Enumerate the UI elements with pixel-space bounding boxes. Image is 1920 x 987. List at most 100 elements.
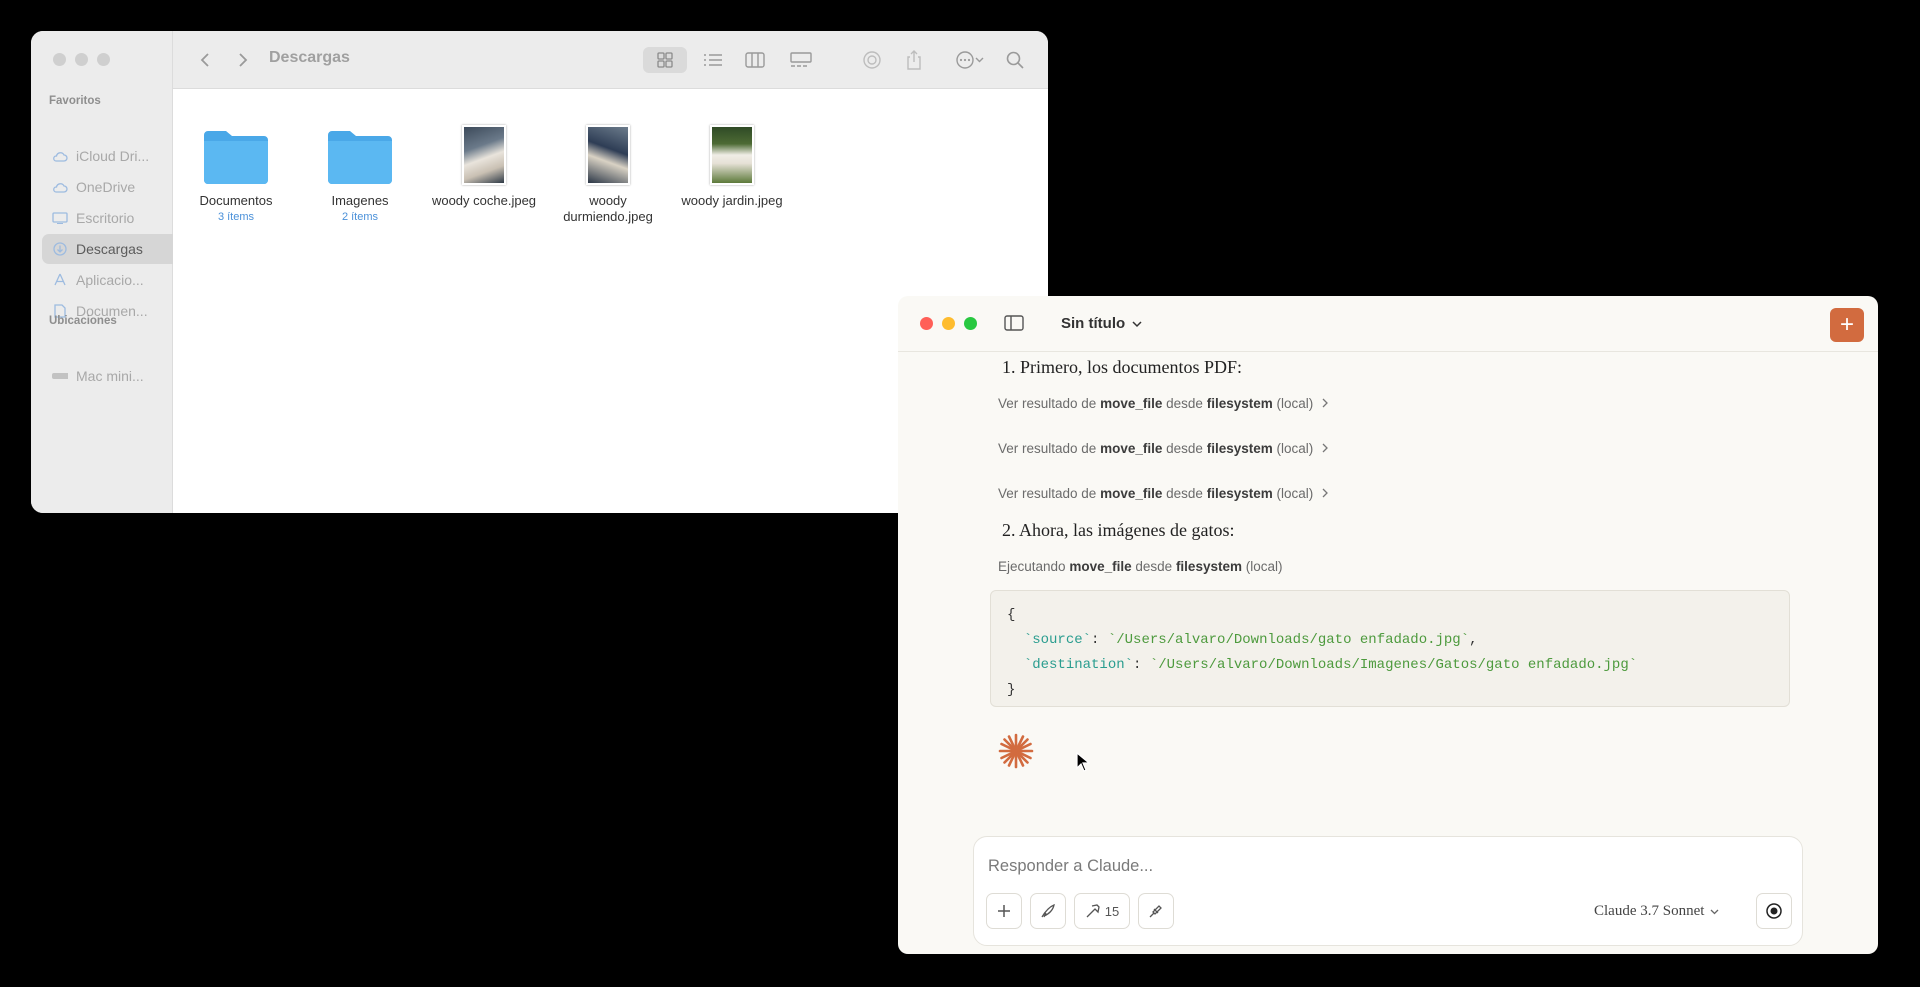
back-button[interactable] xyxy=(195,47,215,73)
share-button[interactable] xyxy=(901,47,927,73)
file-item-woody-coche[interactable]: woody coche.jpeg xyxy=(429,117,539,209)
search-icon xyxy=(1006,51,1024,69)
cloud-icon xyxy=(52,149,68,163)
gallery-icon xyxy=(790,52,812,67)
close-button[interactable] xyxy=(53,53,66,66)
claude-window: Sin título + 1. Primero, los documentos … xyxy=(898,296,1878,954)
file-name: woody jardin.jpeg xyxy=(681,193,783,208)
chevron-right-icon xyxy=(1322,398,1328,408)
finder-sidebar: Favoritos iCloud Dri... OneDrive Escrito… xyxy=(31,31,194,513)
finder-window: Favoritos iCloud Dri... OneDrive Escrito… xyxy=(31,31,1048,513)
icon-view-button[interactable] xyxy=(643,47,687,73)
column-view-button[interactable] xyxy=(739,47,771,73)
sidebar-icon xyxy=(1004,315,1024,331)
finder-toolbar: Descargas xyxy=(173,31,1048,89)
file-name: woody coche.jpeg xyxy=(431,193,537,208)
tool-result-link[interactable]: Ver resultado de move_file desde filesys… xyxy=(998,396,1329,411)
sidebar-toggle-button[interactable] xyxy=(1004,314,1024,337)
sidebar-item-label: OneDrive xyxy=(76,179,136,195)
tool-input-code-block: { `source`: `/Users/alvaro/Downloads/gat… xyxy=(990,590,1790,707)
record-icon xyxy=(1766,903,1782,919)
file-item-documentos[interactable]: Documentos 3 ítems xyxy=(181,117,291,223)
sidebar-item-label: Descargas xyxy=(76,241,143,257)
tools-count: 15 xyxy=(1104,903,1120,919)
chevron-right-icon xyxy=(1322,443,1328,453)
forward-button[interactable] xyxy=(233,47,253,73)
plus-icon xyxy=(998,905,1010,917)
list-icon xyxy=(704,54,722,66)
columns-icon xyxy=(745,52,765,68)
claude-spark-icon xyxy=(998,733,1034,774)
gallery-view-button[interactable] xyxy=(785,47,817,73)
sidebar-section-locations: Ubicaciones xyxy=(49,315,117,327)
record-button[interactable] xyxy=(1756,893,1792,929)
tool-result-link[interactable]: Ver resultado de move_file desde filesys… xyxy=(998,441,1329,456)
minimize-button[interactable] xyxy=(75,53,88,66)
list-view-button[interactable] xyxy=(697,47,729,73)
search-button[interactable] xyxy=(1003,47,1027,73)
file-name: woody durmiendo.jpeg xyxy=(563,193,653,224)
mouse-pointer-icon xyxy=(1076,751,1091,777)
zoom-button[interactable] xyxy=(97,53,110,66)
more-actions-button[interactable] xyxy=(949,47,989,73)
sidebar-item-label: iCloud Dri... xyxy=(76,148,150,164)
step-heading: 1. Primero, los documentos PDF: xyxy=(1002,357,1243,377)
chevron-right-icon xyxy=(1322,488,1328,498)
chevron-right-icon xyxy=(239,53,248,67)
sidebar-item-label: Aplicacio... xyxy=(76,272,144,288)
window-controls xyxy=(53,53,110,66)
chevron-down-icon xyxy=(1132,321,1142,328)
airdrop-button[interactable] xyxy=(859,47,885,73)
image-thumbnail xyxy=(586,125,630,185)
plus-icon: + xyxy=(1839,311,1854,338)
close-button[interactable] xyxy=(920,317,933,330)
tool-result-link[interactable]: Ver resultado de move_file desde filesys… xyxy=(998,486,1329,501)
file-item-woody-durmiendo[interactable]: woody durmiendo.jpeg xyxy=(553,117,663,225)
sidebar-item-icloud[interactable]: iCloud Dri... xyxy=(42,141,194,171)
share-icon xyxy=(907,50,921,70)
sidebar-item-descargas[interactable]: Descargas xyxy=(42,234,194,264)
drive-icon xyxy=(52,369,68,383)
grid-icon xyxy=(657,52,673,68)
file-item-woody-jardin[interactable]: woody jardin.jpeg xyxy=(677,117,787,209)
apps-icon xyxy=(52,273,68,287)
new-chat-button[interactable]: + xyxy=(1830,308,1864,342)
title-bar: Sin título + xyxy=(898,296,1878,352)
sidebar-item-onedrive[interactable]: OneDrive xyxy=(42,172,194,202)
sidebar-item-label: Escritorio xyxy=(76,210,135,226)
download-icon xyxy=(52,242,68,256)
step-heading: 2. Ahora, las imágenes de gatos: xyxy=(1002,520,1235,540)
item-count: 3 ítems xyxy=(217,211,255,223)
image-thumbnail xyxy=(710,125,754,185)
file-item-imagenes[interactable]: Imagenes 2 ítems xyxy=(305,117,415,223)
conversation-title-dropdown[interactable]: Sin título xyxy=(1061,315,1142,332)
file-name: Documentos xyxy=(199,193,273,208)
file-name: Imagenes xyxy=(331,193,389,208)
sidebar-item-label: Mac mini... xyxy=(76,368,144,384)
tool-running-status: Ejecutando move_file desde filesystem (l… xyxy=(998,559,1283,574)
folder-icon xyxy=(305,117,415,185)
window-title: Descargas xyxy=(269,49,350,66)
tools-button[interactable]: 15 xyxy=(1074,893,1130,929)
sidebar-item-aplicaciones[interactable]: Aplicacio... xyxy=(42,265,194,295)
style-button[interactable] xyxy=(1030,893,1066,929)
message-input[interactable]: Responder a Claude... xyxy=(988,857,1153,876)
message-composer[interactable]: Responder a Claude... 15 Claude 3.7 Sonn… xyxy=(973,836,1803,946)
desktop-icon xyxy=(52,211,68,225)
airdrop-icon xyxy=(863,51,881,69)
hammer-icon xyxy=(1086,904,1100,918)
zoom-button[interactable] xyxy=(964,317,977,330)
sidebar-item-mac-mini[interactable]: Mac mini... xyxy=(42,361,194,391)
chevron-down-icon xyxy=(1710,909,1719,915)
chevron-left-icon xyxy=(200,53,209,67)
integrations-button[interactable] xyxy=(1138,893,1174,929)
sidebar-item-escritorio[interactable]: Escritorio xyxy=(42,203,194,233)
minimize-button[interactable] xyxy=(942,317,955,330)
folder-icon xyxy=(181,117,291,185)
window-controls xyxy=(920,317,977,330)
model-selector[interactable]: Claude 3.7 Sonnet xyxy=(1594,903,1719,920)
quill-icon xyxy=(1041,903,1055,918)
plug-icon xyxy=(1149,905,1162,918)
attach-button[interactable] xyxy=(986,893,1022,929)
chevron-down-icon xyxy=(975,57,983,63)
